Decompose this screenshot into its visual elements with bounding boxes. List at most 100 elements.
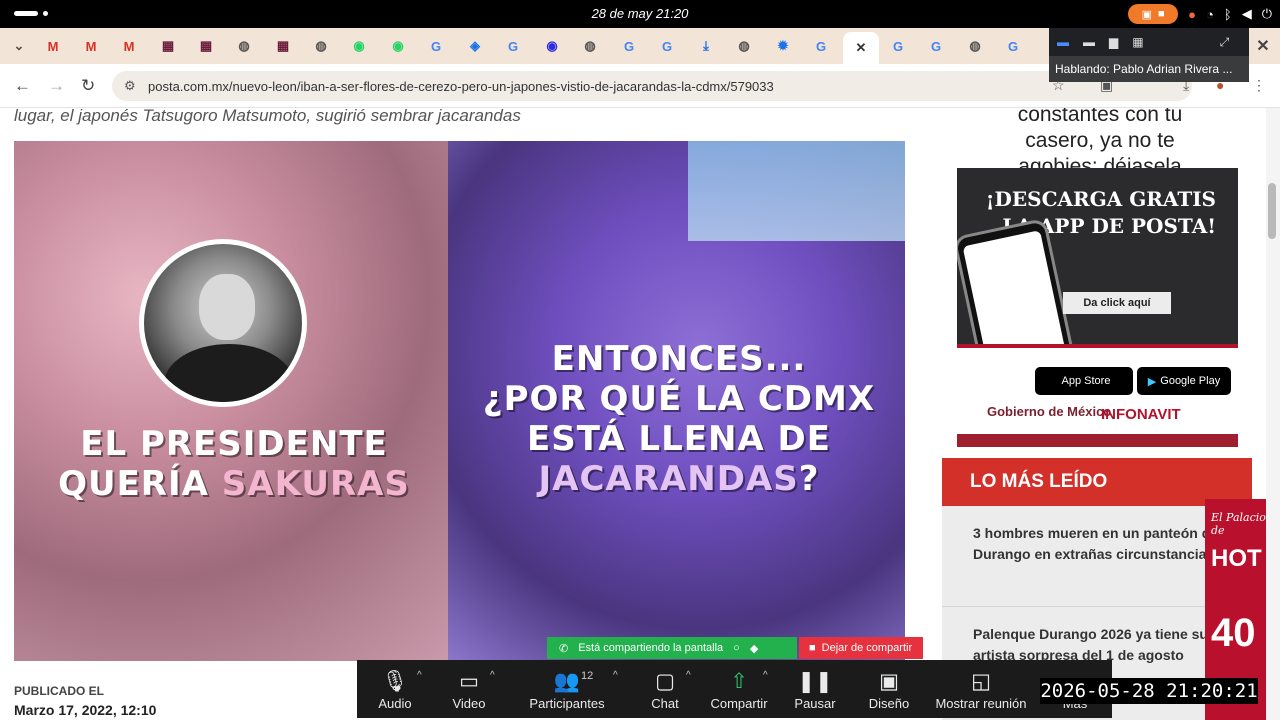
tab-google-icon[interactable]: G — [654, 34, 680, 58]
scrollbar-thumb[interactable] — [1268, 183, 1276, 239]
minimize-icon[interactable]: ▬ — [1057, 35, 1069, 49]
gallery-view-icon[interactable]: ▦ — [1132, 35, 1143, 49]
tab-gmail-icon[interactable]: M — [78, 34, 104, 58]
tab-google-icon[interactable]: G — [1000, 34, 1026, 58]
share-screen-button[interactable]: ⇧ Compartir — [709, 660, 769, 718]
audio-button[interactable]: 🎙 Audio — [375, 660, 415, 718]
app-store-label: App Store — [1061, 375, 1111, 387]
fullscreen-icon[interactable]: ⤢ — [1220, 35, 1230, 50]
chat-caret-icon[interactable]: ^ — [686, 670, 691, 681]
power-icon: ⏻ — [1261, 6, 1272, 21]
tab-globe-icon[interactable]: ◍ — [577, 34, 603, 58]
video-options-caret-icon[interactable]: ^ — [490, 670, 495, 681]
tab-whatsapp-icon[interactable]: ◉ — [385, 34, 411, 58]
tab-google-icon[interactable]: G — [423, 34, 449, 58]
video-camera-icon: ▭ — [459, 669, 479, 693]
participants-button[interactable]: 👥 Participantes — [527, 660, 607, 718]
menu-kebab-icon[interactable]: ⋮ — [1252, 77, 1266, 94]
sharing-status-banner: ✆ Está compartiendo la pantalla ○ ◆ — [547, 637, 797, 659]
app-store-badge[interactable]: App Store — [1035, 367, 1133, 395]
tab-search-chevron-icon[interactable]: ⌄ — [6, 34, 32, 58]
tab-circle-icon[interactable]: ◉ — [539, 34, 565, 58]
google-play-badge[interactable]: ▶ Google Play — [1137, 367, 1231, 395]
share-label: Compartir — [710, 695, 768, 711]
video-label: Video — [452, 695, 486, 711]
tab-globe-icon[interactable]: ◍ — [231, 34, 257, 58]
side-ad-brand: El Palacio de — [1211, 511, 1266, 537]
sky-patch — [688, 141, 905, 241]
tab-gmail-icon[interactable]: M — [116, 34, 142, 58]
address-bar[interactable]: ⚙ posta.com.mx/nuevo-leon/iban-a-ser-flo… — [112, 71, 1192, 101]
design-button[interactable]: ▣ Diseño — [865, 660, 913, 718]
participants-count: 12 — [581, 670, 594, 682]
close-window-icon[interactable]: ✕ — [1250, 34, 1276, 58]
page-scrollbar[interactable] — [1266, 108, 1280, 720]
meeting-speaker-popup[interactable]: ▬ ▬ ▆ ▦ ⤢ Hablando: Pablo Adrian Rivera … — [1049, 28, 1249, 82]
shield-check-icon: ◆ — [749, 642, 759, 655]
portrait-suit — [164, 344, 294, 402]
tab-google-icon[interactable]: G — [616, 34, 642, 58]
show-meeting-button[interactable]: ◱ Mostrar reunión — [933, 660, 1029, 718]
forward-arrow-icon[interactable]: → — [48, 76, 65, 96]
tab-google-icon[interactable]: G — [923, 34, 949, 58]
audio-label: Audio — [378, 695, 412, 711]
stop-square-icon: ■ — [809, 642, 816, 654]
active-tab-close-icon[interactable]: ✕ — [843, 32, 879, 64]
active-speaker-label: Hablando: Pablo Adrian Rivera ... — [1049, 56, 1249, 82]
most-read-item[interactable]: 3 hombres mueren en un panteón de Durang… — [973, 523, 1243, 565]
tab-download-icon[interactable]: ⤓ — [693, 34, 719, 58]
small-view-icon[interactable]: ▬ — [1083, 35, 1095, 49]
participants-caret-icon[interactable]: ^ — [613, 670, 618, 681]
tab-globe-icon[interactable]: ◍ — [308, 34, 334, 58]
tab-site-icon[interactable]: ▦ — [155, 34, 181, 58]
meeting-toolbar: 🎙 Audio ^ ▭ Video ^ 👥 Participantes 12 ^ ▢ C… — [357, 660, 1112, 718]
tab-whatsapp-icon[interactable]: ◉ — [346, 34, 372, 58]
chat-button[interactable]: ▢ Chat — [645, 660, 685, 718]
tab-site-icon[interactable]: ▦ — [193, 34, 219, 58]
tab-globe-icon[interactable]: ◍ — [731, 34, 757, 58]
ad-white-footer — [957, 344, 1238, 447]
tab-settings-icon[interactable]: ✹ — [770, 34, 796, 58]
google-play-label: Google Play — [1160, 375, 1221, 387]
tab-site-icon[interactable]: ▦ — [270, 34, 296, 58]
tab-google-icon[interactable]: G — [808, 34, 834, 58]
back-arrow-icon[interactable]: ← — [14, 76, 31, 96]
ad-click-button[interactable]: Da click aquí — [1063, 292, 1171, 314]
share-caret-icon[interactable]: ^ — [763, 670, 768, 681]
speaker-view-icon[interactable]: ▆ — [1109, 35, 1118, 49]
published-label: PUBLICADO EL — [14, 684, 104, 698]
hero-right-line4-b: ? — [798, 459, 820, 499]
posta-app-ad[interactable]: ¡DESCARGA GRATIS LA APP DE POSTA! Da cli… — [957, 168, 1238, 447]
published-date: Marzo 17, 2022, 12:10 — [14, 702, 157, 718]
tab-google-icon[interactable]: G — [885, 34, 911, 58]
gobierno-mexico-logo: Gobierno de México — [987, 404, 1112, 419]
site-info-icon[interactable]: ⚙ — [124, 78, 136, 94]
audio-options-caret-icon[interactable]: ^ — [417, 670, 422, 681]
chat-label: Chat — [651, 695, 679, 711]
url-text: posta.com.mx/nuevo-leon/iban-a-ser-flore… — [148, 78, 774, 94]
screen-share-indicator[interactable]: ▣ ■ — [1128, 4, 1179, 24]
video-button[interactable]: ▭ Video — [449, 660, 489, 718]
tab-app-icon[interactable]: ◈ — [462, 34, 488, 58]
system-top-bar: 28 de may 21:20 ▣ ■ ● ◔ ᛒ ◀ ⏻ — [0, 0, 1280, 28]
tab-globe-icon[interactable]: ◍ — [962, 34, 988, 58]
reload-icon[interactable]: ↻ — [81, 76, 95, 96]
article-hero-image: EL PRESIDENTE QUERÍA SAKURAS ENTONCES...… — [14, 141, 905, 661]
hero-right-line4: JACARANDAS? — [454, 459, 904, 499]
image-icon: ▣ — [879, 669, 899, 693]
system-clock[interactable]: 28 de may 21:20 — [0, 6, 1280, 21]
tab-gmail-icon[interactable]: M — [40, 34, 66, 58]
system-status-area[interactable]: ▣ ■ ● ◔ ᛒ ◀ ⏻ — [1128, 4, 1272, 24]
stop-sharing-button[interactable]: ■ Dejar de compartir — [799, 637, 923, 659]
hero-right-line4-a: JACARANDAS — [538, 459, 799, 499]
infonavit-logo: INFONAVIT — [1101, 406, 1181, 423]
page-content: lugar, el japonés Tatsugoro Matsumoto, s… — [0, 108, 1266, 720]
hero-right-headline: ENTONCES... ¿POR QUÉ LA CDMX ESTÁ LLENA … — [454, 339, 904, 499]
hero-left-line2-a: QUERÍA — [58, 464, 222, 504]
wifi-icon: ◔ — [1206, 6, 1214, 22]
tab-google-icon[interactable]: G — [500, 34, 526, 58]
side-ad-discount: 40 — [1211, 611, 1256, 655]
microphone-icon: 🎙 — [381, 669, 409, 693]
pause-share-button[interactable]: ❚❚ Pausar — [794, 660, 835, 718]
stop-icon: ■ — [1158, 8, 1165, 20]
